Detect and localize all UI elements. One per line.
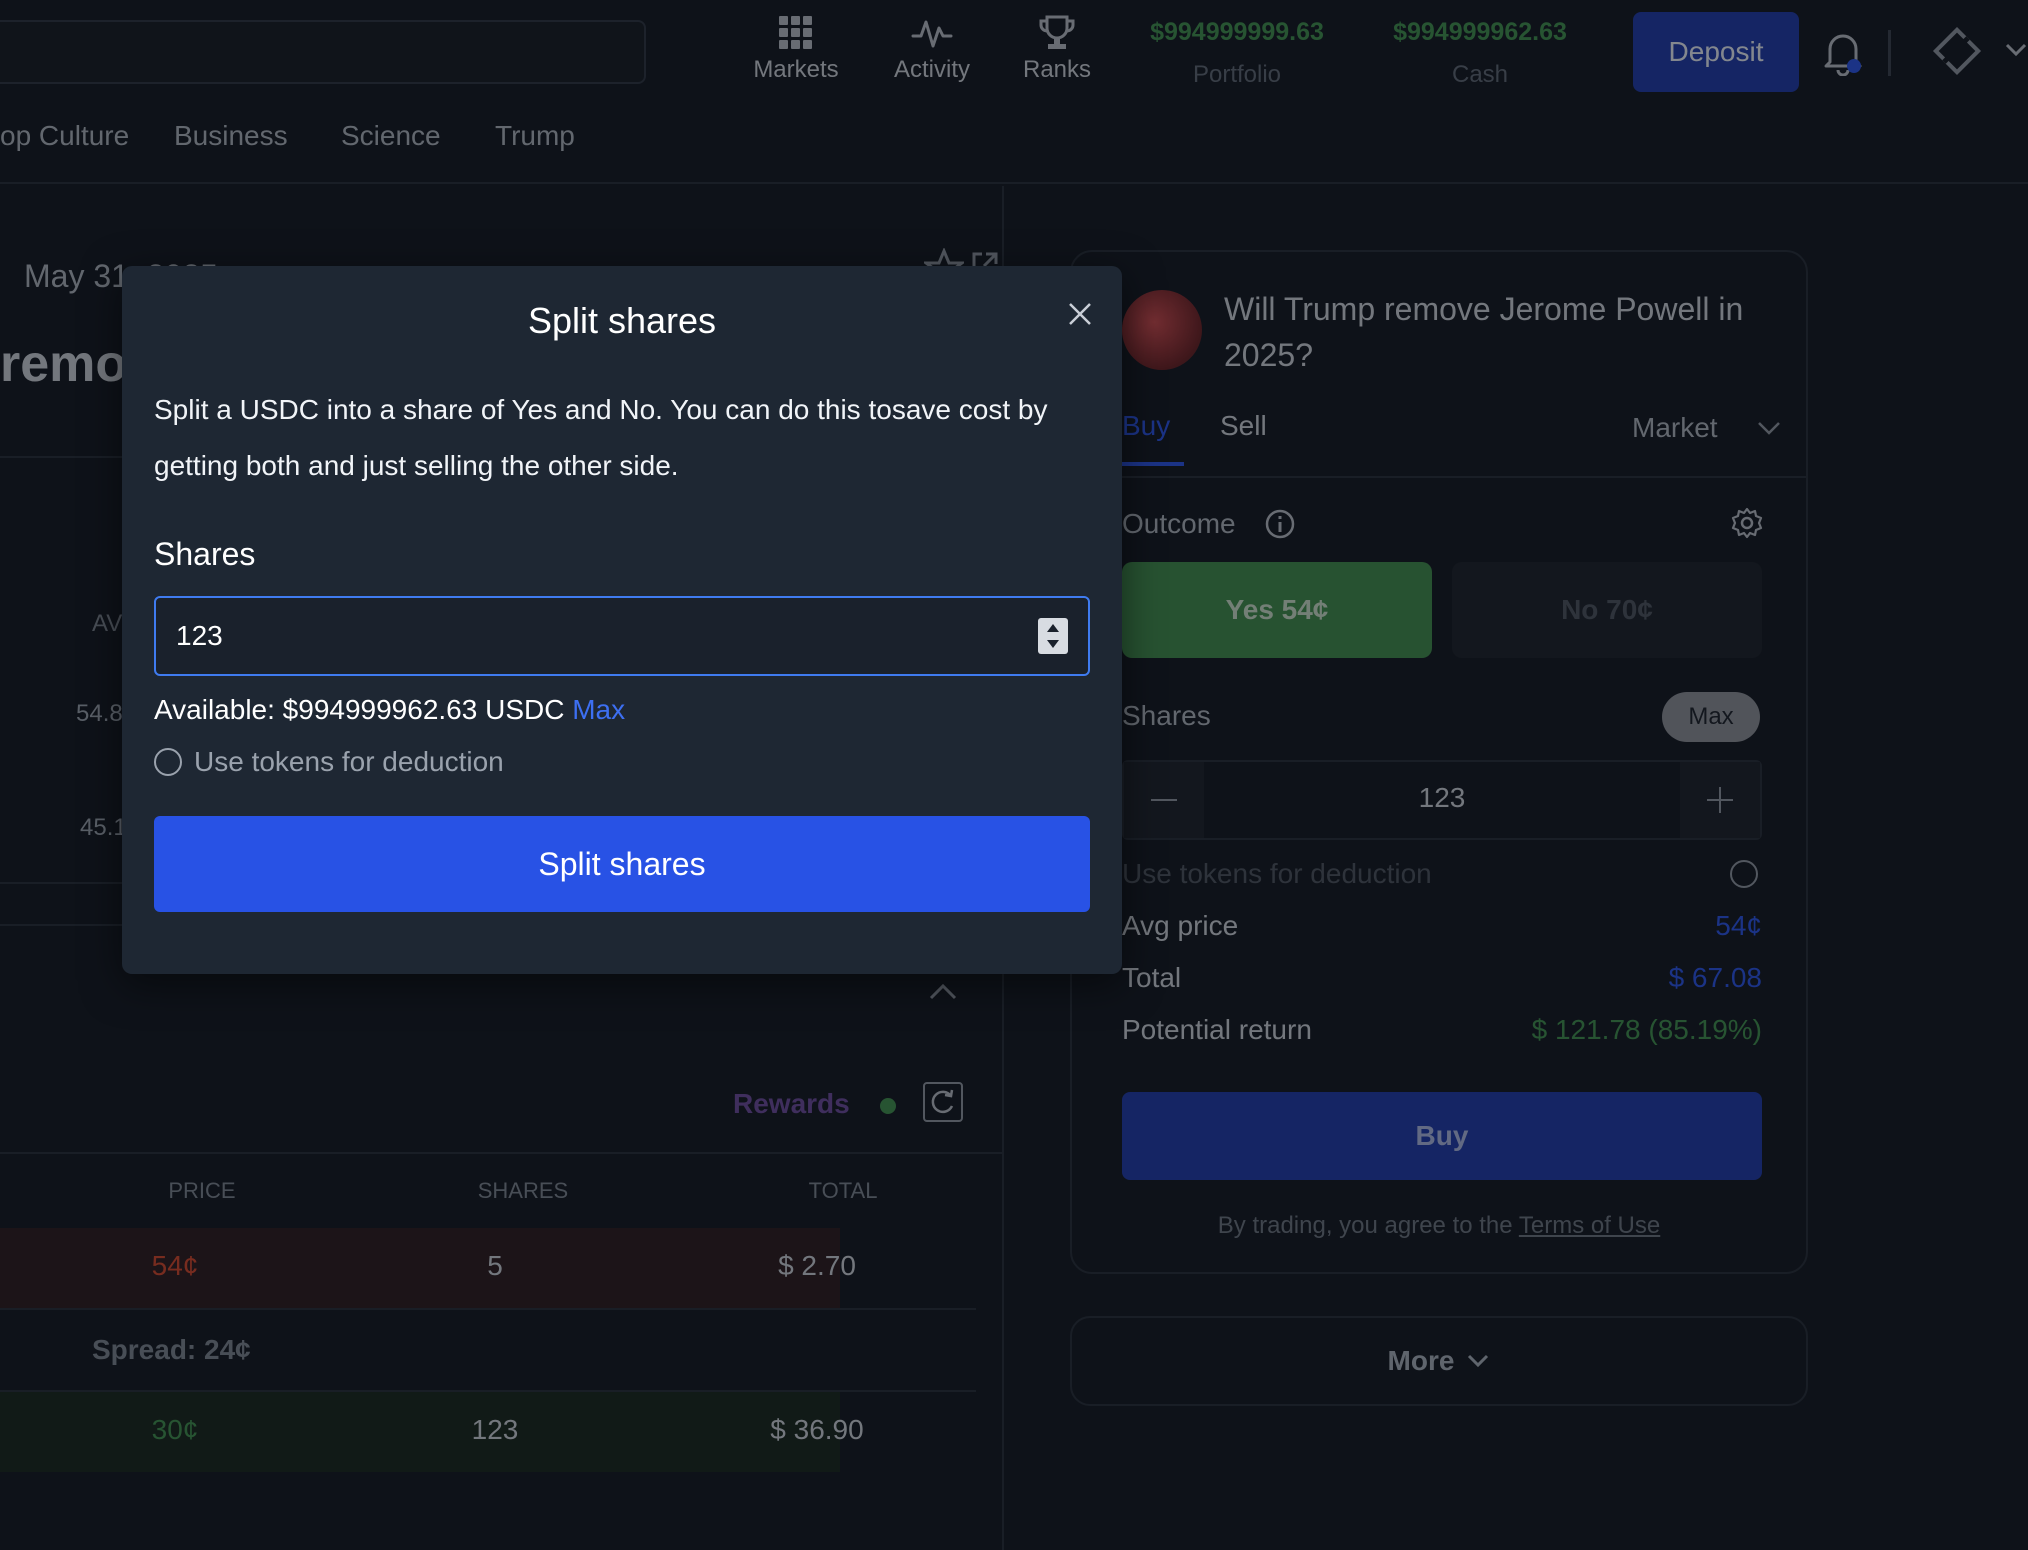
- dialog-shares-label: Shares: [154, 536, 256, 572]
- dialog-description: Split a USDC into a share of Yes and No.…: [154, 394, 1048, 481]
- available-text: Available: $994999962.63 USDC: [154, 694, 565, 725]
- max-link[interactable]: Max: [572, 694, 625, 725]
- split-shares-dialog: Split shares Split a USDC into a share o…: [122, 266, 1122, 974]
- dialog-title: Split shares: [527, 300, 717, 341]
- number-spinner[interactable]: [1038, 618, 1068, 654]
- use-tokens-radio[interactable]: [154, 748, 182, 776]
- spinner-arrows-icon: [1047, 624, 1059, 648]
- use-tokens-label: Use tokens for deduction: [194, 746, 504, 777]
- close-icon[interactable]: [1060, 294, 1100, 334]
- use-tokens-option[interactable]: Use tokens for deduction: [154, 746, 504, 778]
- split-shares-button[interactable]: Split shares: [154, 816, 1090, 912]
- available-balance: Available: $994999962.63 USDC Max: [154, 694, 625, 726]
- shares-input[interactable]: [154, 596, 1090, 676]
